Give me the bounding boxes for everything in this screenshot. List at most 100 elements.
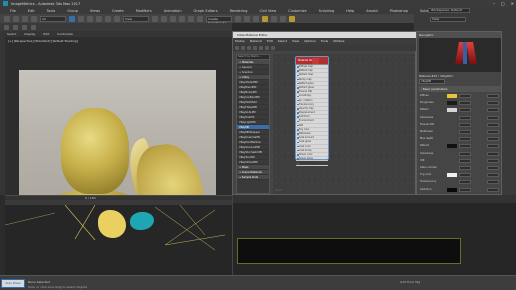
align-icon[interactable] xyxy=(197,15,203,22)
ribbon-modeling-icon[interactable] xyxy=(4,24,9,30)
viewport-menu-display[interactable]: Display xyxy=(24,32,35,36)
node-view[interactable]: Material #25 Diffuse map Reflect map Refra… xyxy=(273,54,415,194)
perspective-viewport[interactable]: [+] [Perspective] [Standard] [Default Sh… xyxy=(5,37,232,254)
color-swatch[interactable] xyxy=(447,101,457,106)
ribbon-paint-icon[interactable] xyxy=(31,24,36,30)
sme-menu-edit[interactable]: Edit xyxy=(267,39,273,43)
map-slot-button[interactable] xyxy=(487,173,499,178)
sme-menu-modes[interactable]: Modes xyxy=(235,39,245,43)
layer-icon[interactable] xyxy=(235,15,241,22)
value-spinner[interactable] xyxy=(459,137,471,142)
menu-animation[interactable]: Animation xyxy=(164,9,182,13)
value-spinner[interactable] xyxy=(459,122,471,127)
map-slot-button[interactable] xyxy=(487,158,499,163)
value-spinner[interactable] xyxy=(459,173,471,178)
value-spinner[interactable] xyxy=(459,101,471,106)
front-viewport[interactable] xyxy=(232,195,516,275)
map-slot-button[interactable] xyxy=(487,108,499,113)
menu-tools[interactable]: Tools xyxy=(47,9,56,13)
move-children-icon[interactable] xyxy=(253,45,257,50)
add-time-tag-button[interactable]: Add Time Tag xyxy=(400,280,420,284)
view-tab[interactable]: View1 xyxy=(275,189,282,192)
menu-arnold[interactable]: Arnold xyxy=(366,9,377,13)
material-type-dropdown[interactable]: VRayMtl xyxy=(419,79,445,84)
rect-select-icon[interactable] xyxy=(87,15,93,22)
value-spinner[interactable] xyxy=(459,158,471,163)
map-slot-button[interactable] xyxy=(487,187,499,192)
viewport-menu-edit[interactable]: Edit xyxy=(43,32,49,36)
rotate-icon[interactable] xyxy=(105,15,111,22)
move-icon[interactable] xyxy=(96,15,102,22)
node-header[interactable]: Material #25 xyxy=(296,57,328,65)
mirror-icon[interactable] xyxy=(188,15,194,22)
reference-coord-dropdown[interactable]: View xyxy=(123,15,149,22)
color-swatch[interactable] xyxy=(447,108,457,113)
map-slot-button[interactable] xyxy=(487,144,499,149)
menu-graph-editors[interactable]: Graph Editors xyxy=(194,9,218,13)
snap-icon[interactable] xyxy=(161,15,167,22)
show-map-icon[interactable] xyxy=(265,45,269,50)
render-setup-icon[interactable] xyxy=(271,15,277,22)
sme-menu-select[interactable]: Select xyxy=(278,39,287,43)
menu-help[interactable]: Help xyxy=(346,9,354,13)
material-node[interactable]: Material #25 Diffuse map Reflect map Refra… xyxy=(295,56,329,166)
value-spinner[interactable] xyxy=(459,94,471,98)
map-slot-button[interactable] xyxy=(487,180,499,185)
node-slot[interactable]: mr Connection xyxy=(296,161,328,166)
link-icon[interactable] xyxy=(22,15,28,22)
map-slot-button[interactable] xyxy=(487,101,499,106)
value-spinner[interactable] xyxy=(459,151,471,156)
color-swatch[interactable] xyxy=(447,144,457,149)
browser-item[interactable]: + Sample Slots xyxy=(237,175,269,180)
menu-scripting[interactable]: Scripting xyxy=(319,9,335,13)
menu-edit[interactable]: Edit xyxy=(28,9,35,13)
map-slot-button[interactable] xyxy=(487,122,499,127)
map-slot-button[interactable] xyxy=(487,137,499,142)
minimize-button[interactable]: – xyxy=(493,1,495,6)
named-selection-dropdown[interactable]: Create Selection Se xyxy=(206,15,232,25)
menu-group[interactable]: Group xyxy=(67,9,78,13)
schematic-icon[interactable] xyxy=(253,15,259,22)
menu-views[interactable]: Views xyxy=(90,9,100,13)
undo-icon[interactable] xyxy=(4,15,10,22)
map-slot-button[interactable] xyxy=(487,151,499,156)
workspace-dropdown[interactable]: Workspaces: Default xyxy=(428,8,470,13)
selection-filter-dropdown[interactable]: All xyxy=(40,15,66,22)
sme-menu-view[interactable]: View xyxy=(292,39,299,43)
viewport-label[interactable]: [+] [Perspective] [Standard] [Default Sh… xyxy=(8,39,78,43)
sme-menu-material[interactable]: Material xyxy=(250,39,262,43)
select-icon[interactable] xyxy=(69,15,75,22)
viewport-menu-customize[interactable]: Customize xyxy=(57,32,73,36)
hide-slots-icon[interactable] xyxy=(259,45,263,50)
material-editor-icon[interactable] xyxy=(262,15,268,22)
menu-modifiers[interactable]: Modifiers xyxy=(136,9,152,13)
menu-photoshop[interactable]: Photoshop xyxy=(390,9,408,13)
percent-snap-icon[interactable] xyxy=(179,15,185,22)
color-swatch[interactable] xyxy=(447,187,457,192)
render-icon[interactable] xyxy=(289,15,295,22)
delete-icon[interactable] xyxy=(247,45,251,50)
maximize-button[interactable]: □ xyxy=(501,1,505,6)
value-spinner[interactable] xyxy=(459,115,471,120)
menu-create[interactable]: Create xyxy=(112,9,124,13)
pivot-icon[interactable] xyxy=(152,15,158,22)
map-slot-button[interactable] xyxy=(487,94,499,98)
menu-customize[interactable]: Customize xyxy=(288,9,306,13)
value-spinner[interactable] xyxy=(459,130,471,134)
value-spinner[interactable] xyxy=(459,187,471,192)
value-spinner[interactable] xyxy=(459,144,471,149)
sme-menu-tools[interactable]: Tools xyxy=(321,39,328,43)
menu-civil-view[interactable]: Civil View xyxy=(259,9,276,13)
curve-editor-icon[interactable] xyxy=(244,15,250,22)
value-spinner[interactable] xyxy=(459,180,471,185)
command-panel-dropdown[interactable]: View xyxy=(430,17,466,22)
close-button[interactable]: ✕ xyxy=(511,1,514,6)
sme-menu-utilities[interactable]: Utilities xyxy=(333,39,344,43)
color-swatch[interactable] xyxy=(447,94,457,98)
value-spinner[interactable] xyxy=(459,108,471,113)
viewport-menu-select[interactable]: Select xyxy=(7,32,16,36)
ribbon-selection-icon[interactable] xyxy=(22,24,27,30)
scale-icon[interactable] xyxy=(114,15,120,22)
map-slot-button[interactable] xyxy=(487,130,499,134)
color-swatch[interactable] xyxy=(447,173,457,178)
